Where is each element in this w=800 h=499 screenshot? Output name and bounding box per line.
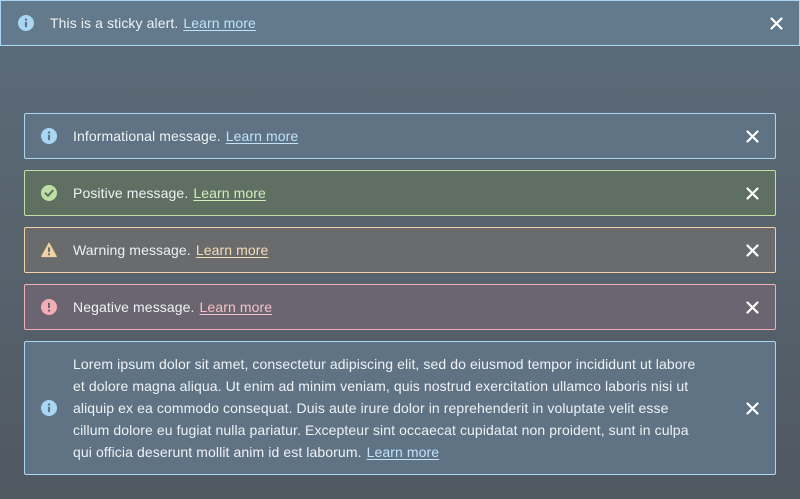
alert-content: Informational message. Learn more xyxy=(73,125,727,147)
close-icon[interactable] xyxy=(743,241,761,259)
learn-more-link[interactable]: Learn more xyxy=(367,444,440,460)
learn-more-link[interactable]: Learn more xyxy=(226,128,299,144)
alert-content: Warning message. Learn more xyxy=(73,239,727,261)
alert-message: Positive message. xyxy=(73,185,189,201)
sticky-alert: This is a sticky alert. Learn more xyxy=(0,0,800,46)
learn-more-link[interactable]: Learn more xyxy=(196,242,269,258)
info-icon xyxy=(41,400,57,416)
long-info-alert: Lorem ipsum dolor sit amet, consectetur … xyxy=(24,341,776,475)
alert-content: Lorem ipsum dolor sit amet, consectetur … xyxy=(73,353,727,463)
close-icon[interactable] xyxy=(743,298,761,316)
close-icon[interactable] xyxy=(743,127,761,145)
learn-more-link[interactable]: Learn more xyxy=(200,299,273,315)
negative-alert: Negative message. Learn more xyxy=(24,284,776,330)
info-alert: Informational message. Learn more xyxy=(24,113,776,159)
positive-alert: Positive message. Learn more xyxy=(24,170,776,216)
close-icon[interactable] xyxy=(743,184,761,202)
learn-more-link[interactable]: Learn more xyxy=(193,185,266,201)
learn-more-link[interactable]: Learn more xyxy=(183,15,256,31)
check-circle-icon xyxy=(41,185,57,201)
alert-message: This is a sticky alert. xyxy=(50,15,179,31)
alert-content: This is a sticky alert. Learn more xyxy=(50,12,767,34)
info-icon xyxy=(41,128,57,144)
alert-content: Positive message. Learn more xyxy=(73,182,727,204)
close-icon[interactable] xyxy=(743,399,761,417)
alert-message: Informational message. xyxy=(73,128,221,144)
warning-triangle-icon xyxy=(41,242,57,258)
exclamation-circle-icon xyxy=(41,299,57,315)
alert-message: Warning message. xyxy=(73,242,191,258)
alert-content: Negative message. Learn more xyxy=(73,296,727,318)
close-icon[interactable] xyxy=(767,14,785,32)
alert-message: Negative message. xyxy=(73,299,195,315)
info-icon xyxy=(18,15,34,31)
warning-alert: Warning message. Learn more xyxy=(24,227,776,273)
